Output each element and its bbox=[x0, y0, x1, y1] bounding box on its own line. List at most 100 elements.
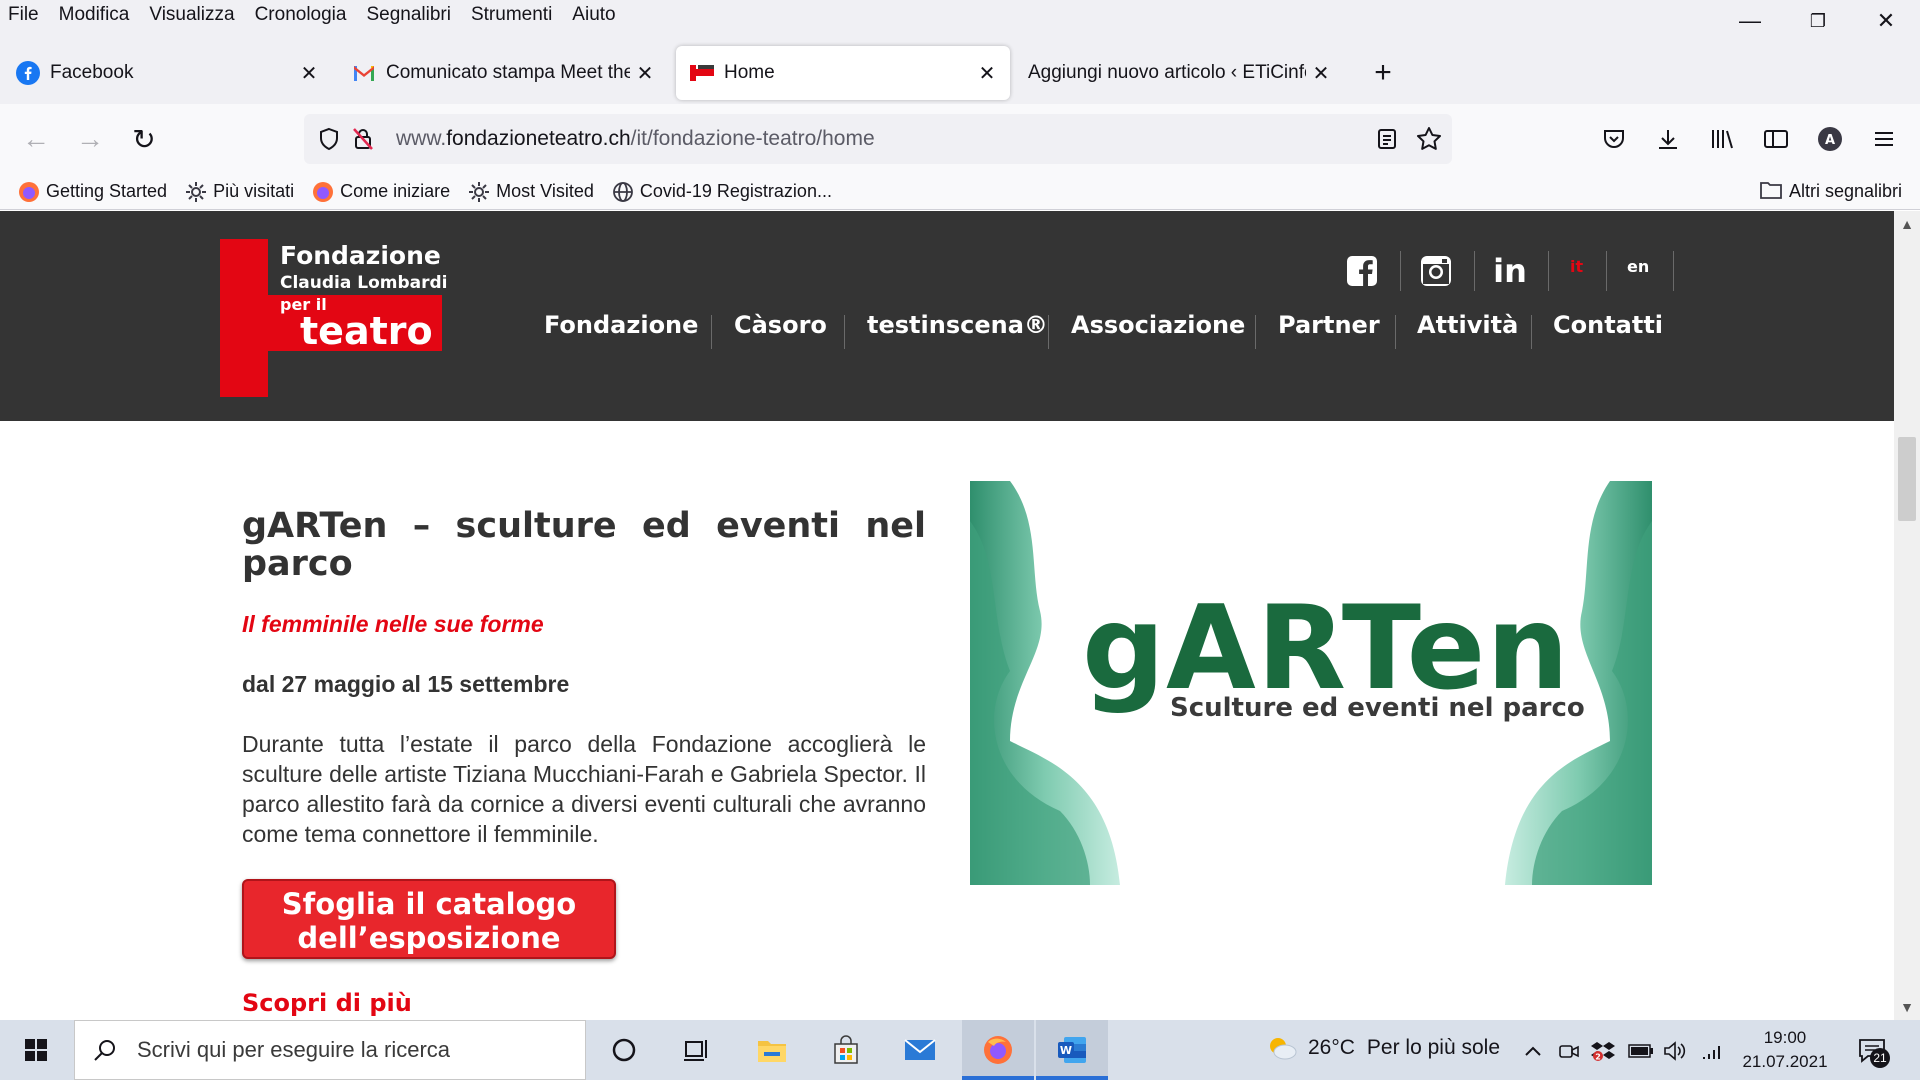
gear-icon bbox=[185, 181, 207, 203]
tab-close-button[interactable]: ✕ bbox=[1306, 58, 1336, 88]
task-view-button[interactable] bbox=[660, 1020, 732, 1080]
reader-view-icon[interactable] bbox=[1372, 124, 1402, 154]
linkedin-icon[interactable]: in bbox=[1488, 249, 1532, 293]
facebook-icon bbox=[16, 61, 40, 85]
web-page: Fondazione Claudia Lombardi per il teatr… bbox=[0, 211, 1894, 1020]
mail-icon bbox=[904, 1039, 936, 1060]
bookmark-label: Altri segnalibri bbox=[1788, 180, 1902, 201]
divider bbox=[1606, 251, 1607, 291]
windows-start-button[interactable] bbox=[0, 1020, 72, 1080]
bookmark-star-icon[interactable] bbox=[1414, 124, 1444, 154]
tab-close-button[interactable]: ✕ bbox=[294, 58, 324, 88]
other-bookmarks-folder[interactable]: Altri segnalibri bbox=[1759, 180, 1902, 202]
site-logo[interactable]: Fondazione Claudia Lombardi per il teatr… bbox=[220, 239, 448, 399]
nav-partner[interactable]: Partner bbox=[1278, 311, 1380, 351]
tab-eticinform[interactable]: Aggiungi nuovo articolo ‹ ETiCinforr ✕ bbox=[1014, 46, 1344, 100]
volume-icon[interactable] bbox=[1662, 1038, 1688, 1064]
menu-file[interactable]: File bbox=[8, 4, 39, 26]
logo-text: teatro bbox=[300, 309, 433, 353]
folder-icon bbox=[758, 1041, 786, 1062]
tab-home[interactable]: Home ✕ bbox=[676, 46, 1010, 100]
page-scrollbar[interactable]: ▲ ▼ bbox=[1894, 211, 1920, 1020]
pocket-icon[interactable] bbox=[1594, 119, 1634, 159]
tab-gmail[interactable]: Comunicato stampa Meet the a ✕ bbox=[338, 46, 668, 100]
tab-title: Comunicato stampa Meet the a bbox=[386, 62, 630, 83]
meet-now-icon[interactable] bbox=[1556, 1038, 1582, 1064]
fondazione-favicon bbox=[690, 61, 714, 85]
taskbar-search-box[interactable]: Scrivi qui per eseguire la ricerca bbox=[74, 1020, 586, 1080]
instagram-icon[interactable] bbox=[1414, 249, 1458, 293]
notification-count-badge: 21 bbox=[1870, 1048, 1890, 1068]
hamburger-menu-icon[interactable] bbox=[1864, 119, 1904, 159]
scroll-thumb[interactable] bbox=[1898, 437, 1916, 521]
bookmark-come-iniziare[interactable]: Come iniziare bbox=[312, 181, 450, 203]
nav-attivita[interactable]: Attività bbox=[1417, 311, 1518, 351]
article-body: Durante tutta l’estate il parco della Fo… bbox=[242, 731, 926, 847]
forward-button[interactable]: → bbox=[70, 119, 110, 159]
scroll-down-arrow[interactable]: ▼ bbox=[1894, 994, 1920, 1020]
system-clock[interactable]: 19:00 21.07.2021 bbox=[1730, 1026, 1840, 1074]
weather-description: Per lo più sole bbox=[1366, 1036, 1500, 1059]
word-app[interactable]: W bbox=[1036, 1020, 1108, 1080]
bookmark-most-visited[interactable]: Most Visited bbox=[468, 181, 594, 203]
library-icon[interactable] bbox=[1702, 119, 1742, 159]
menu-segnalibri[interactable]: Segnalibri bbox=[366, 4, 451, 26]
gear-icon bbox=[468, 181, 490, 203]
article-title: gARTen – sculture ed eventi nel parco bbox=[242, 506, 926, 584]
nav-casoro[interactable]: Càsoro bbox=[734, 311, 827, 351]
wifi-icon[interactable] bbox=[1700, 1038, 1726, 1064]
back-button[interactable]: ← bbox=[16, 119, 56, 159]
nav-contatti[interactable]: Contatti bbox=[1553, 311, 1663, 351]
windows-icon bbox=[25, 1039, 47, 1061]
mail-app[interactable] bbox=[884, 1020, 956, 1080]
bookmark-getting-started[interactable]: Getting Started bbox=[18, 181, 167, 203]
store-icon bbox=[834, 1035, 858, 1064]
partly-sunny-icon bbox=[1270, 1038, 1297, 1060]
show-hidden-icons-chevron[interactable] bbox=[1520, 1038, 1546, 1064]
garten-hero-image: gARTen Sculture ed eventi nel parco bbox=[970, 481, 1652, 885]
nav-associazione[interactable]: Associazione bbox=[1071, 311, 1245, 351]
nav-testinscena[interactable]: testinscena® bbox=[867, 311, 1048, 351]
menu-strumenti[interactable]: Strumenti bbox=[471, 4, 552, 26]
bookmark-piu-visitati[interactable]: Più visitati bbox=[185, 181, 294, 203]
menu-visualizza[interactable]: Visualizza bbox=[149, 4, 234, 26]
tab-close-button[interactable]: ✕ bbox=[630, 58, 660, 88]
bookmark-label: Come iniziare bbox=[340, 181, 451, 201]
weather-widget[interactable]: 26°C Per lo più sole bbox=[1266, 1034, 1500, 1062]
tab-facebook[interactable]: Facebook ✕ bbox=[2, 46, 332, 100]
dropbox-icon[interactable]: 2 bbox=[1590, 1038, 1616, 1064]
bookmark-covid[interactable]: Covid-19 Registrazion... bbox=[612, 181, 832, 203]
battery-icon[interactable] bbox=[1628, 1038, 1654, 1064]
divider bbox=[1395, 315, 1396, 349]
lang-it[interactable]: it bbox=[1570, 257, 1583, 276]
downloads-icon[interactable] bbox=[1648, 119, 1688, 159]
tab-close-button[interactable]: ✕ bbox=[972, 58, 1002, 88]
svg-text:W: W bbox=[1060, 1044, 1072, 1057]
insecure-lock-icon[interactable] bbox=[348, 124, 378, 154]
reload-button[interactable]: ↻ bbox=[124, 119, 164, 159]
navigation-bar: ← → ↻ www.fondazioneteatro.ch/it/fondazi… bbox=[0, 104, 1920, 174]
weather-temperature: 26°C bbox=[1308, 1036, 1355, 1059]
microsoft-store-app[interactable] bbox=[810, 1020, 882, 1080]
facebook-icon[interactable] bbox=[1340, 249, 1384, 293]
menu-cronologia[interactable]: Cronologia bbox=[255, 4, 347, 26]
cortana-button[interactable] bbox=[588, 1020, 660, 1080]
menu-aiuto[interactable]: Aiuto bbox=[572, 4, 615, 26]
lang-en[interactable]: en bbox=[1627, 257, 1649, 276]
firefox-app[interactable] bbox=[962, 1020, 1034, 1080]
nav-fondazione[interactable]: Fondazione bbox=[544, 311, 698, 351]
scroll-up-arrow[interactable]: ▲ bbox=[1894, 211, 1920, 237]
file-explorer-app[interactable] bbox=[736, 1020, 808, 1080]
url-bar[interactable]: www.fondazioneteatro.ch/it/fondazione-te… bbox=[304, 114, 1452, 164]
browse-catalog-button[interactable]: Sfoglia il catalogo dell’esposizione bbox=[242, 879, 616, 959]
sidebar-icon[interactable] bbox=[1756, 119, 1796, 159]
menu-modifica[interactable]: Modifica bbox=[59, 4, 130, 26]
shield-icon[interactable] bbox=[314, 124, 344, 154]
account-avatar-icon[interactable]: A bbox=[1810, 119, 1850, 159]
bookmark-label: Most Visited bbox=[496, 181, 594, 201]
discover-more-link[interactable]: Scopri di più bbox=[242, 989, 412, 1017]
cortana-icon bbox=[612, 1038, 636, 1062]
url-text[interactable]: www.fondazioneteatro.ch/it/fondazione-te… bbox=[396, 127, 875, 151]
notification-center-button[interactable]: 21 bbox=[1852, 1034, 1892, 1068]
new-tab-button[interactable]: + bbox=[1364, 54, 1402, 92]
